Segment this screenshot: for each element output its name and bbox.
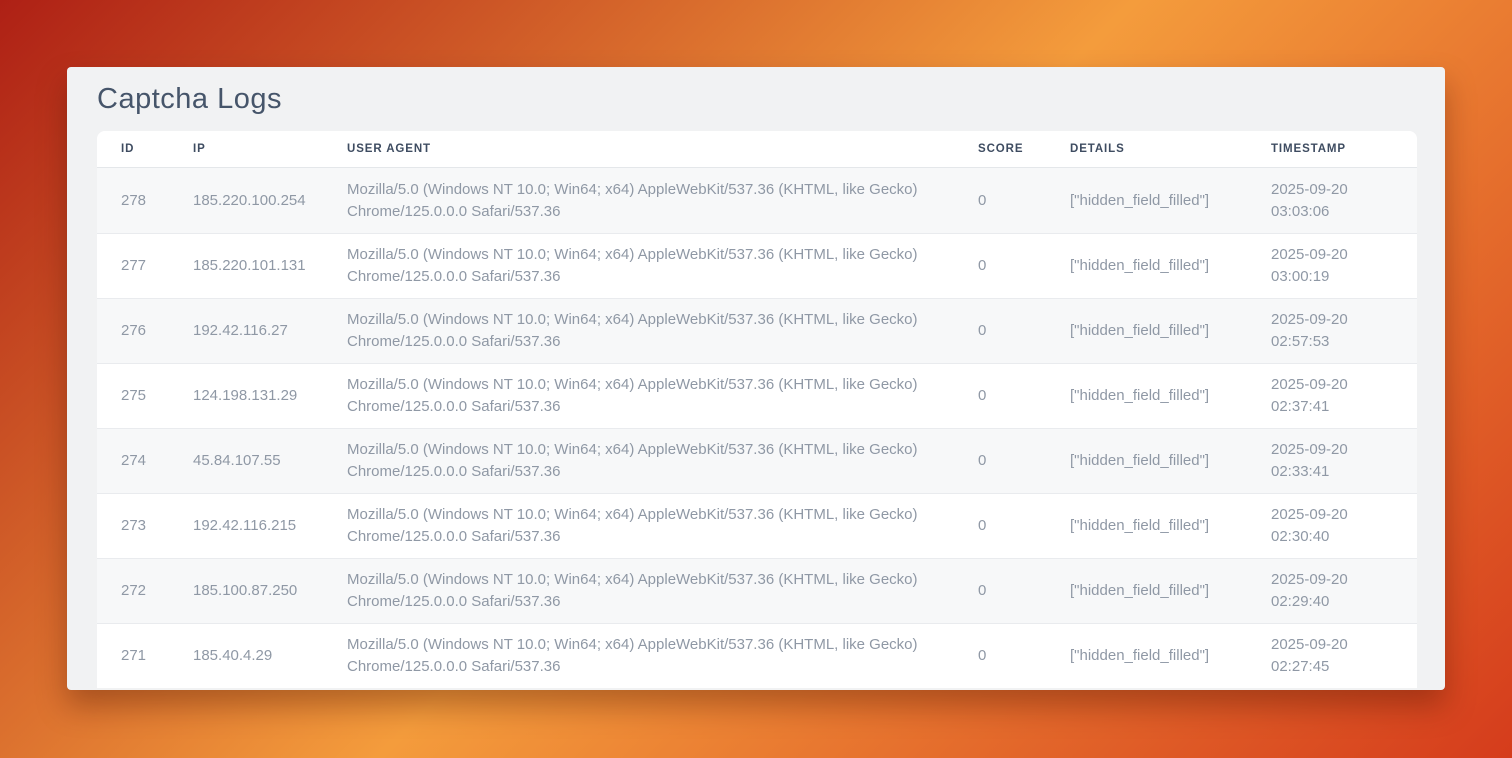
- cell-id: 274: [97, 428, 169, 493]
- cell-timestamp: 2025-09-20 02:27:45: [1247, 623, 1417, 688]
- cell-details: ["hidden_field_filled"]: [1046, 363, 1247, 428]
- page-background: { "header": { "title": "Captcha Logs" },…: [0, 0, 1512, 758]
- cell-ip: 185.220.100.254: [169, 168, 323, 233]
- cell-details: ["hidden_field_filled"]: [1046, 233, 1247, 298]
- cell-user-agent: Mozilla/5.0 (Windows NT 10.0; Win64; x64…: [323, 363, 954, 428]
- cell-user-agent: Mozilla/5.0 (Windows NT 10.0; Win64; x64…: [323, 428, 954, 493]
- cell-timestamp: 2025-09-20 02:57:53: [1247, 298, 1417, 363]
- cell-id: 273: [97, 493, 169, 558]
- table-row: 272 185.100.87.250 Mozilla/5.0 (Windows …: [97, 558, 1417, 623]
- cell-details: ["hidden_field_filled"]: [1046, 298, 1247, 363]
- cell-timestamp: 2025-09-20 02:33:41: [1247, 428, 1417, 493]
- table-body: 278 185.220.100.254 Mozilla/5.0 (Windows…: [97, 168, 1417, 688]
- cell-details: ["hidden_field_filled"]: [1046, 168, 1247, 233]
- table-row: 273 192.42.116.215 Mozilla/5.0 (Windows …: [97, 493, 1417, 558]
- column-header-details: DETAILS: [1046, 131, 1247, 168]
- cell-id: 276: [97, 298, 169, 363]
- table-header: ID IP USER AGENT SCORE DETAILS TIMESTAMP: [97, 131, 1417, 168]
- cell-score: 0: [954, 363, 1046, 428]
- table-row: 277 185.220.101.131 Mozilla/5.0 (Windows…: [97, 233, 1417, 298]
- cell-details: ["hidden_field_filled"]: [1046, 428, 1247, 493]
- cell-user-agent: Mozilla/5.0 (Windows NT 10.0; Win64; x64…: [323, 558, 954, 623]
- cell-score: 0: [954, 233, 1046, 298]
- cell-user-agent: Mozilla/5.0 (Windows NT 10.0; Win64; x64…: [323, 233, 954, 298]
- cell-ip: 192.42.116.215: [169, 493, 323, 558]
- table-row: 278 185.220.100.254 Mozilla/5.0 (Windows…: [97, 168, 1417, 233]
- cell-id: 272: [97, 558, 169, 623]
- cell-ip: 124.198.131.29: [169, 363, 323, 428]
- cell-score: 0: [954, 168, 1046, 233]
- cell-details: ["hidden_field_filled"]: [1046, 558, 1247, 623]
- cell-id: 275: [97, 363, 169, 428]
- cell-user-agent: Mozilla/5.0 (Windows NT 10.0; Win64; x64…: [323, 298, 954, 363]
- table-row: 274 45.84.107.55 Mozilla/5.0 (Windows NT…: [97, 428, 1417, 493]
- cell-score: 0: [954, 493, 1046, 558]
- column-header-ip: IP: [169, 131, 323, 168]
- column-header-timestamp: TIMESTAMP: [1247, 131, 1417, 168]
- cell-timestamp: 2025-09-20 02:30:40: [1247, 493, 1417, 558]
- cell-details: ["hidden_field_filled"]: [1046, 623, 1247, 688]
- cell-timestamp: 2025-09-20 03:03:06: [1247, 168, 1417, 233]
- captcha-logs-card: Captcha Logs ID IP USER AGENT SCORE DETA…: [67, 67, 1445, 690]
- cell-id: 278: [97, 168, 169, 233]
- cell-ip: 185.40.4.29: [169, 623, 323, 688]
- logs-table-container: ID IP USER AGENT SCORE DETAILS TIMESTAMP…: [97, 131, 1417, 688]
- column-header-user-agent: USER AGENT: [323, 131, 954, 168]
- cell-id: 277: [97, 233, 169, 298]
- cell-user-agent: Mozilla/5.0 (Windows NT 10.0; Win64; x64…: [323, 493, 954, 558]
- page-title: Captcha Logs: [67, 67, 1445, 131]
- cell-ip: 45.84.107.55: [169, 428, 323, 493]
- cell-score: 0: [954, 623, 1046, 688]
- cell-timestamp: 2025-09-20 02:29:40: [1247, 558, 1417, 623]
- cell-score: 0: [954, 298, 1046, 363]
- cell-user-agent: Mozilla/5.0 (Windows NT 10.0; Win64; x64…: [323, 168, 954, 233]
- cell-id: 271: [97, 623, 169, 688]
- column-header-id: ID: [97, 131, 169, 168]
- cell-ip: 185.100.87.250: [169, 558, 323, 623]
- table-row: 275 124.198.131.29 Mozilla/5.0 (Windows …: [97, 363, 1417, 428]
- cell-details: ["hidden_field_filled"]: [1046, 493, 1247, 558]
- cell-ip: 192.42.116.27: [169, 298, 323, 363]
- cell-timestamp: 2025-09-20 03:00:19: [1247, 233, 1417, 298]
- column-header-score: SCORE: [954, 131, 1046, 168]
- cell-user-agent: Mozilla/5.0 (Windows NT 10.0; Win64; x64…: [323, 623, 954, 688]
- cell-score: 0: [954, 428, 1046, 493]
- table-row: 276 192.42.116.27 Mozilla/5.0 (Windows N…: [97, 298, 1417, 363]
- cell-score: 0: [954, 558, 1046, 623]
- cell-ip: 185.220.101.131: [169, 233, 323, 298]
- cell-timestamp: 2025-09-20 02:37:41: [1247, 363, 1417, 428]
- logs-table: ID IP USER AGENT SCORE DETAILS TIMESTAMP…: [97, 131, 1417, 688]
- table-row: 271 185.40.4.29 Mozilla/5.0 (Windows NT …: [97, 623, 1417, 688]
